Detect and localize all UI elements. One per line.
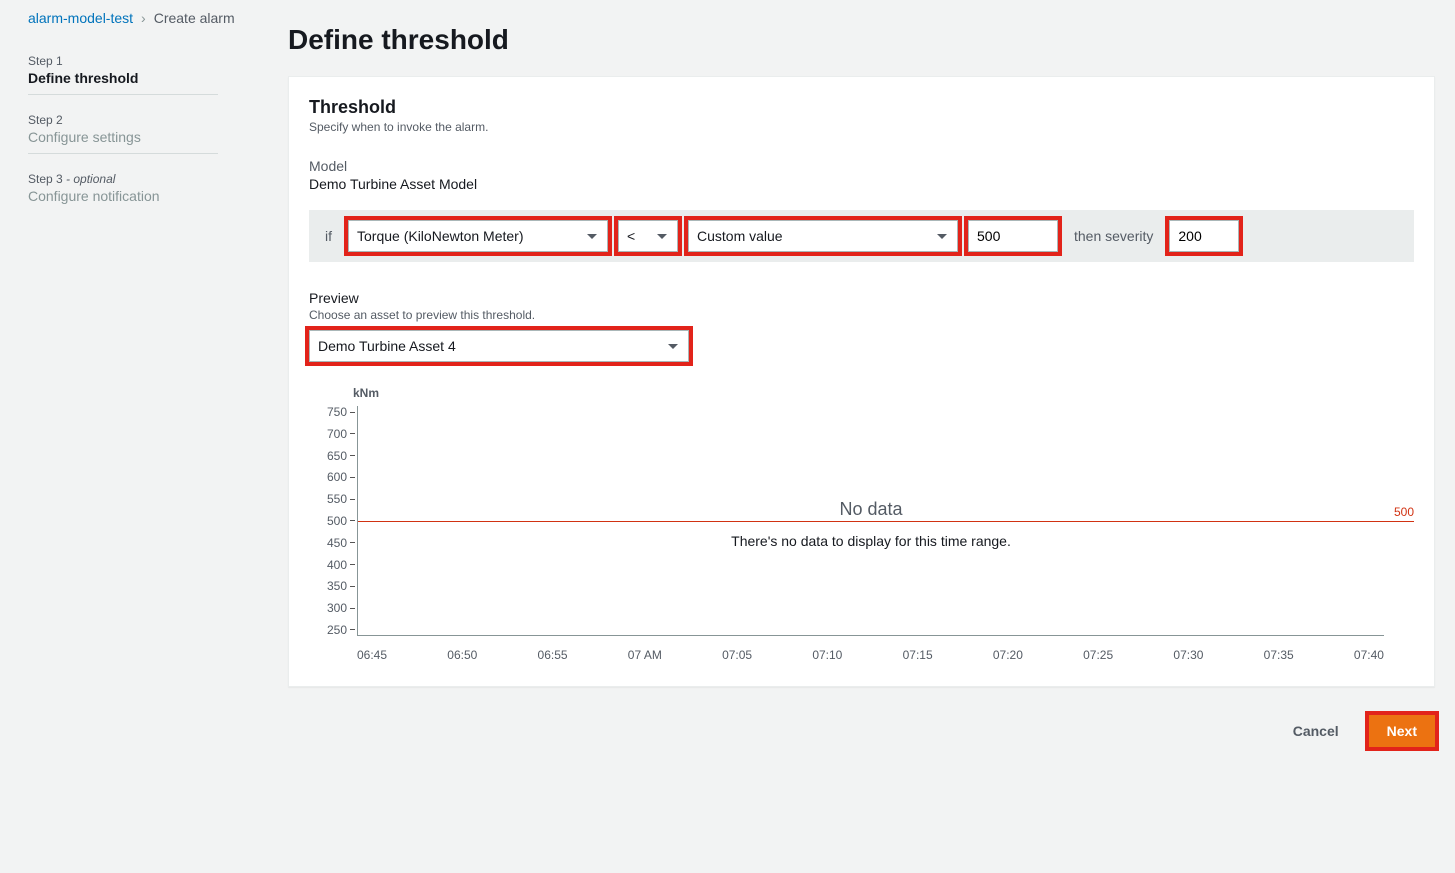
- step-title: Configure notification: [28, 188, 218, 204]
- wizard-actions: Cancel Next: [288, 715, 1435, 747]
- if-label: if: [319, 228, 338, 244]
- step-label: Step 1: [28, 54, 218, 68]
- threshold-line-label: 500: [1394, 505, 1414, 519]
- breadcrumb-root-link[interactable]: alarm-model-test: [28, 10, 133, 26]
- page-title: Define threshold: [288, 8, 1435, 56]
- condition-row: if Torque (KiloNewton Meter) < Custom va…: [309, 210, 1414, 262]
- x-axis: 06:45 06:50 06:55 07 AM 07:05 07:10 07:1…: [357, 648, 1384, 662]
- wizard-step-3[interactable]: Step 3 - optional Configure notification: [28, 164, 218, 212]
- model-value: Demo Turbine Asset Model: [309, 176, 1414, 192]
- threshold-value-input[interactable]: [968, 220, 1058, 252]
- no-data-title: No data: [358, 499, 1384, 520]
- then-severity-label: then severity: [1068, 228, 1159, 244]
- wizard-step-1[interactable]: Step 1 Define threshold: [28, 46, 218, 95]
- breadcrumb: alarm-model-test › Create alarm: [28, 8, 268, 26]
- threshold-line: [358, 521, 1414, 522]
- next-button[interactable]: Next: [1369, 715, 1435, 747]
- preview-chart: kNm 750 700 650 600 550 500 450 400 350 …: [309, 386, 1414, 666]
- no-data-subtitle: There's no data to display for this time…: [358, 533, 1384, 549]
- threshold-panel: Threshold Specify when to invoke the ala…: [288, 76, 1435, 687]
- model-label: Model: [309, 158, 1414, 174]
- step-title: Define threshold: [28, 70, 218, 86]
- chart-plot-area: No data 500 There's no data to display f…: [357, 406, 1384, 636]
- breadcrumb-current: Create alarm: [154, 10, 235, 26]
- cancel-button[interactable]: Cancel: [1275, 715, 1357, 747]
- section-title: Threshold: [309, 97, 1414, 118]
- step-label: Step 3 - optional: [28, 172, 218, 186]
- preview-asset-select[interactable]: Demo Turbine Asset 4: [309, 330, 689, 362]
- wizard-step-2[interactable]: Step 2 Configure settings: [28, 105, 218, 154]
- step-label: Step 2: [28, 113, 218, 127]
- chevron-right-icon: ›: [141, 10, 146, 26]
- y-axis: 750 700 650 600 550 500 450 400 350 300 …: [309, 406, 355, 636]
- chart-unit: kNm: [353, 386, 1414, 400]
- severity-input[interactable]: [1169, 220, 1239, 252]
- operator-select[interactable]: <: [618, 220, 678, 252]
- property-select[interactable]: Torque (KiloNewton Meter): [348, 220, 608, 252]
- preview-title: Preview: [309, 290, 1414, 306]
- preview-desc: Choose an asset to preview this threshol…: [309, 308, 1414, 322]
- value-type-select[interactable]: Custom value: [688, 220, 958, 252]
- section-desc: Specify when to invoke the alarm.: [309, 120, 1414, 134]
- step-title: Configure settings: [28, 129, 218, 145]
